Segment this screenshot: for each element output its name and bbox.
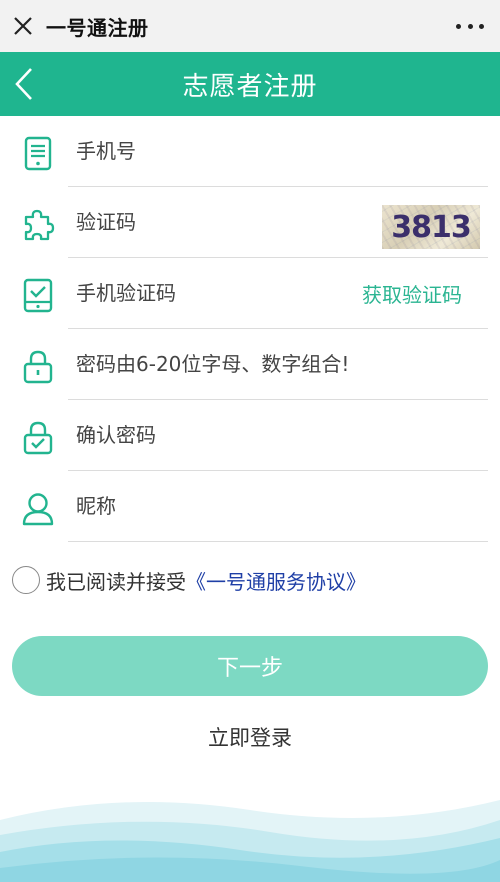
lock-icon xyxy=(20,349,56,385)
page-title: 志愿者注册 xyxy=(182,71,318,102)
agreement: 我已阅读并接受 《一号通服务协议》 xyxy=(12,565,366,595)
nickname-row xyxy=(0,471,500,542)
nickname-input[interactable] xyxy=(68,494,488,518)
phone-icon xyxy=(20,136,56,172)
confirm-password-input[interactable] xyxy=(68,423,488,447)
phone-input[interactable] xyxy=(68,139,488,163)
confirm-password-row xyxy=(0,400,500,471)
more-icon[interactable] xyxy=(456,14,484,38)
wave-decoration xyxy=(0,800,500,882)
agreement-link[interactable]: 《一号通服务协议》 xyxy=(186,566,366,595)
lock-check-icon xyxy=(20,420,56,456)
user-icon xyxy=(20,491,56,527)
captcha-code: 3813 xyxy=(391,209,471,245)
sms-code-row: 获取验证码 xyxy=(0,258,500,329)
phone-row xyxy=(0,116,500,187)
app-titlebar: 一号通注册 xyxy=(0,0,500,52)
agreement-text: 我已阅读并接受 xyxy=(46,569,186,594)
back-icon[interactable] xyxy=(4,52,44,116)
captcha-image[interactable]: 3813 xyxy=(382,205,480,249)
app-title: 一号通注册 xyxy=(46,15,149,40)
password-row xyxy=(0,329,500,400)
agree-radio[interactable] xyxy=(12,566,40,594)
next-button[interactable]: 下一步 xyxy=(12,636,488,696)
phone-check-icon xyxy=(20,278,56,314)
puzzle-icon xyxy=(20,207,56,243)
password-input[interactable] xyxy=(68,352,488,376)
register-form: 3813 获取验证码 xyxy=(0,116,500,542)
get-code-button[interactable]: 获取验证码 xyxy=(362,258,462,329)
captcha-input[interactable] xyxy=(68,210,370,234)
page-header: 志愿者注册 xyxy=(0,52,500,116)
captcha-row: 3813 xyxy=(0,187,500,258)
login-link[interactable]: 立即登录 xyxy=(0,722,500,752)
close-icon[interactable] xyxy=(0,0,46,52)
